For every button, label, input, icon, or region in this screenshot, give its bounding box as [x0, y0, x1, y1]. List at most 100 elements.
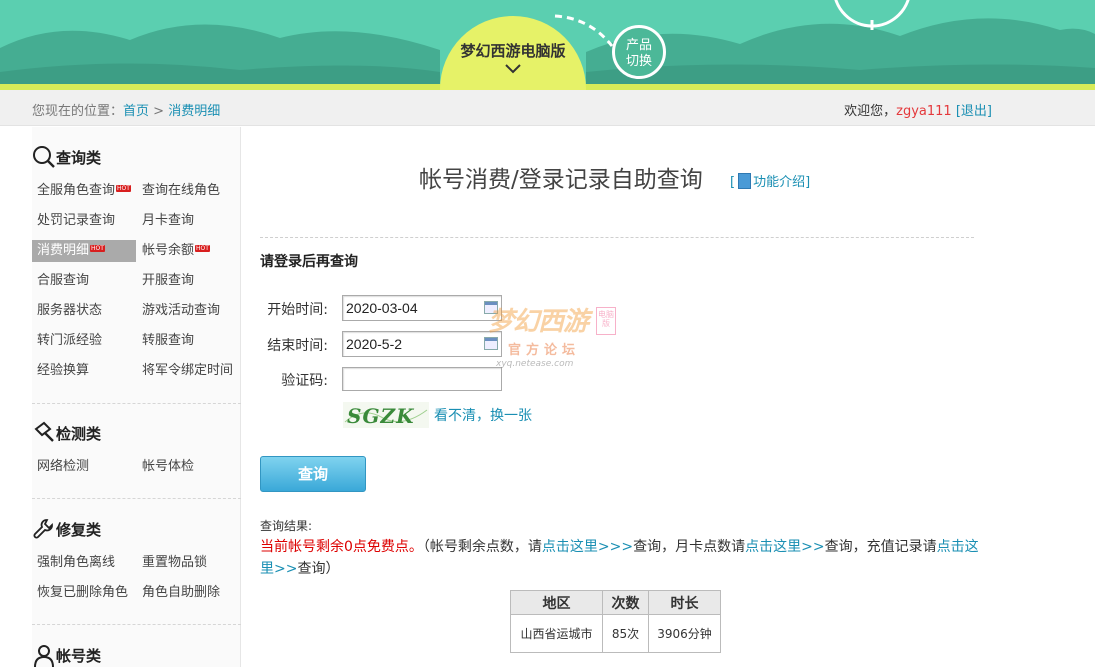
sidebar: 查询类 全服角色查询 HOT 查询在线角色 处罚记录查询 月卡查询 消费明细 HOT… — [32, 127, 241, 667]
breadcrumb: 您现在的位置：首页 > 消费明细 — [32, 100, 220, 119]
sidebar-item-label: 转服查询 — [142, 333, 195, 348]
detect-icon — [34, 421, 54, 442]
sidebar-section-query: 查询类 — [32, 144, 101, 170]
breadcrumb-separator: > — [149, 104, 169, 119]
sidebar-item-network-check[interactable]: 网络检测 — [32, 456, 136, 478]
sidebar-item-label: 游戏活动查询 — [142, 303, 221, 318]
result-text-part3: 查询，充值记录请 — [824, 539, 937, 555]
page-title: 帐号消费/登录记录自助查询 — [419, 167, 703, 193]
sidebar-item-account-check[interactable]: 帐号体检 — [137, 456, 241, 478]
login-notice: 请登录后再查询 — [260, 254, 358, 270]
monthly-card-link[interactable]: 点击这里>> — [745, 539, 824, 555]
welcome-text: 欢迎您， — [844, 104, 897, 119]
sidebar-item-label: 处罚记录查询 — [37, 213, 116, 228]
calendar-icon[interactable] — [484, 301, 498, 314]
sidebar-item-online-roles[interactable]: 查询在线角色 — [137, 180, 241, 202]
sidebar-item-school-exp[interactable]: 转门派经验 — [32, 330, 136, 352]
sidebar-item-label: 经验换算 — [37, 363, 90, 378]
calendar-icon[interactable] — [484, 337, 498, 350]
section-divider — [32, 498, 241, 499]
hot-badge: HOT — [116, 185, 131, 192]
sidebar-item-events[interactable]: 游戏活动查询 — [137, 300, 241, 322]
sidebar-item-all-roles[interactable]: 全服角色查询 HOT — [32, 180, 136, 202]
col-header-region: 地区 — [510, 590, 603, 615]
wrench-icon — [33, 519, 53, 539]
section-divider — [32, 624, 241, 625]
breadcrumb-home-link[interactable]: 首页 — [123, 104, 149, 119]
captcha-input[interactable] — [342, 367, 502, 391]
sidebar-item-exp-convert[interactable]: 经验换算 — [32, 360, 136, 382]
captcha-image[interactable]: SGZK — [343, 402, 429, 428]
username: zgya111 — [896, 104, 952, 119]
sidebar-item-label: 查询在线角色 — [142, 183, 221, 198]
sidebar-item-label: 将军令绑定时间 — [142, 363, 234, 378]
sidebar-item-monthly-card[interactable]: 月卡查询 — [137, 210, 241, 232]
feature-intro-link[interactable]: [ 功能介绍] — [730, 171, 810, 190]
logout-link[interactable]: [退出] — [956, 104, 992, 119]
sidebar-item-label: 转门派经验 — [37, 333, 103, 348]
sidebar-section-title: 帐号类 — [56, 646, 102, 665]
sidebar-item-label: 帐号体检 — [142, 459, 195, 474]
sidebar-item-server-open[interactable]: 开服查询 — [137, 270, 241, 292]
result-table: 地区 次数 时长 山西省运城市 85次 3906分钟 — [510, 590, 721, 653]
sidebar-item-label: 强制角色离线 — [37, 555, 116, 570]
sidebar-item-label: 帐号余额 — [142, 243, 195, 258]
sidebar-item-consumption[interactable]: 消费明细 HOT — [32, 240, 136, 262]
query-button[interactable]: 查询 — [260, 456, 366, 492]
sidebar-item-balance[interactable]: 帐号余额 HOT — [137, 240, 241, 262]
sidebar-item-transfer[interactable]: 转服查询 — [137, 330, 241, 352]
start-time-input[interactable] — [342, 295, 502, 321]
table-row: 山西省运城市 85次 3906分钟 — [510, 614, 721, 653]
cell-duration: 3906分钟 — [648, 614, 721, 653]
sidebar-item-restore-role[interactable]: 恢复已删除角色 — [32, 582, 136, 604]
sidebar-item-force-offline[interactable]: 强制角色离线 — [32, 552, 136, 574]
captcha-refresh-link[interactable]: 看不清，换一张 — [434, 405, 532, 425]
sidebar-item-label: 恢复已删除角色 — [37, 585, 129, 600]
sidebar-item-label: 网络检测 — [37, 459, 90, 474]
col-header-duration: 时长 — [648, 590, 721, 615]
sidebar-section-detect: 检测类 — [32, 420, 101, 446]
captcha-text: SGZK — [347, 404, 415, 428]
result-text-part4: 查询） — [297, 561, 340, 577]
chevron-down-icon[interactable] — [505, 62, 521, 76]
breadcrumb-current-link[interactable]: 消费明细 — [168, 104, 220, 119]
header-banner: 梦幻西游电脑版 产品 切换 — [0, 0, 1095, 90]
watermark-line2: 官方论坛 — [508, 343, 581, 358]
user-icon — [34, 645, 54, 667]
end-time-input[interactable] — [342, 331, 502, 357]
search-icon — [33, 146, 55, 168]
watermark-line3: xyq.netease.com — [496, 359, 574, 369]
sidebar-item-label: 合服查询 — [37, 273, 90, 288]
sidebar-item-penalty[interactable]: 处罚记录查询 — [32, 210, 136, 232]
intro-link-label: 功能介绍 — [753, 175, 806, 190]
intro-bracket-close: ] — [805, 175, 811, 190]
start-time-label: 开始时间: — [267, 302, 328, 318]
sidebar-section-repair: 修复类 — [32, 516, 101, 542]
sidebar-section-title: 修复类 — [56, 520, 102, 539]
sidebar-section-account: 帐号类 — [32, 642, 101, 667]
sidebar-item-label: 全服角色查询 — [37, 183, 116, 198]
user-welcome: 欢迎您，zgya111 [退出] — [844, 100, 992, 119]
sidebar-item-label: 服务器状态 — [37, 303, 103, 318]
sidebar-item-reset-lock[interactable]: 重置物品锁 — [137, 552, 241, 574]
table-header-row: 地区 次数 时长 — [510, 590, 721, 615]
points-link[interactable]: 点击这里>>> — [542, 539, 633, 555]
main-divider — [260, 237, 974, 238]
cell-count: 85次 — [602, 614, 649, 653]
sidebar-item-token-bind[interactable]: 将军令绑定时间 — [137, 360, 241, 382]
sidebar-item-server-status[interactable]: 服务器状态 — [32, 300, 136, 322]
sidebar-item-delete-role[interactable]: 角色自助删除 — [137, 582, 241, 604]
product-name[interactable]: 梦幻西游电脑版 — [440, 40, 586, 61]
result-text-part1: （帐号剩余点数，请 — [422, 539, 542, 555]
result-message: 当前帐号剩余0点免费点。（帐号剩余点数，请点击这里>>>查询，月卡点数请点击这里… — [260, 536, 980, 580]
cell-region: 山西省运城市 — [510, 614, 603, 653]
free-points-alert: 当前帐号剩余0点免费点。 — [260, 539, 423, 555]
sidebar-item-server-merge[interactable]: 合服查询 — [32, 270, 136, 292]
end-time-label: 结束时间: — [267, 338, 328, 354]
result-label: 查询结果: — [260, 519, 313, 533]
switch-label-line1: 产品 — [625, 38, 652, 53]
sidebar-section-title: 检测类 — [56, 424, 102, 443]
intro-bracket-open: [ — [730, 175, 736, 190]
product-switch-button[interactable]: 产品 切换 — [612, 25, 666, 79]
sidebar-item-label: 重置物品锁 — [142, 555, 208, 570]
